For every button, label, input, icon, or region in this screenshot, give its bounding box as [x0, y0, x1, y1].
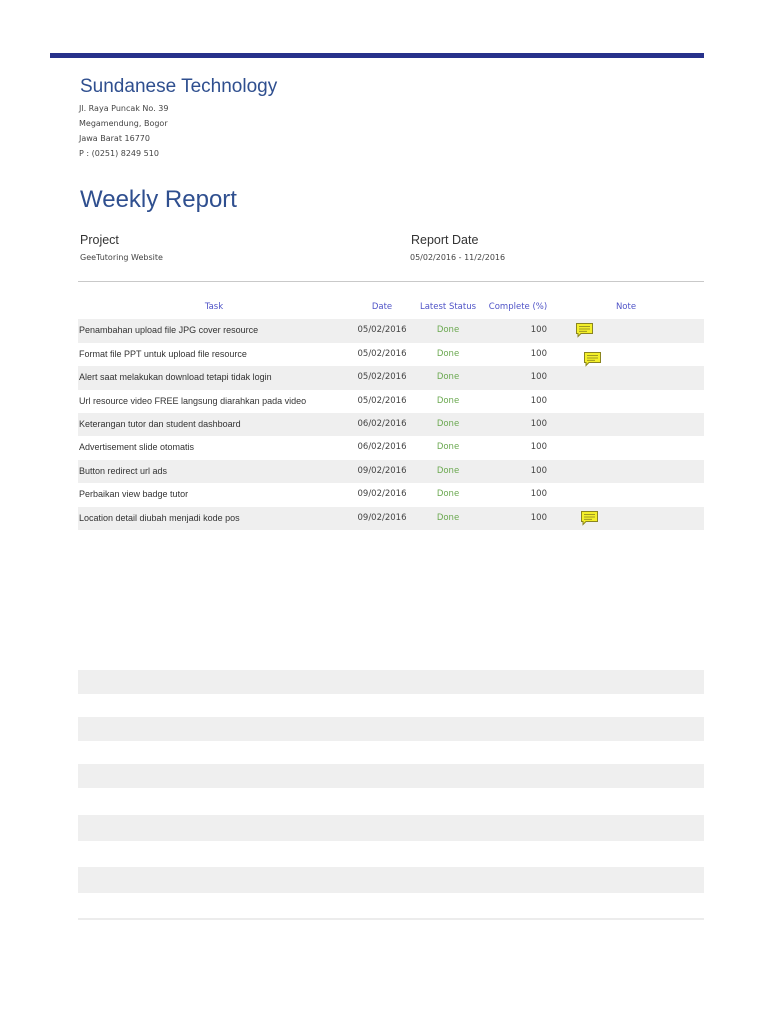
task-name: Perbaikan view badge tutor — [79, 489, 189, 500]
task-date: 05/02/2016 — [357, 372, 407, 383]
table-row: Location detail diubah menjadi kode pos … — [78, 506, 704, 530]
task-complete: 100 — [530, 325, 547, 336]
task-status: Done — [436, 442, 460, 453]
task-name: Keterangan tutor dan student dashboard — [79, 418, 241, 429]
task-date: 06/02/2016 — [357, 418, 407, 429]
table-row: Penambahan upload file JPG cover resourc… — [78, 319, 704, 343]
task-name: Format file PPT untuk upload file resour… — [79, 348, 247, 359]
task-date: 05/02/2016 — [357, 395, 407, 406]
report-date-label: Report Date — [411, 233, 479, 247]
comment-icon[interactable] — [583, 351, 602, 367]
empty-row — [78, 764, 704, 788]
task-status: Done — [436, 465, 460, 476]
task-complete: 100 — [530, 348, 547, 359]
comment-icon[interactable] — [580, 510, 599, 526]
header-note: Note — [615, 302, 637, 312]
task-name: Advertisement slide otomatis — [79, 442, 195, 453]
task-complete: 100 — [530, 372, 547, 383]
header-status: Latest Status — [419, 302, 477, 312]
empty-row — [78, 741, 704, 764]
task-date: 09/02/2016 — [357, 512, 407, 523]
task-status: Done — [436, 325, 460, 336]
task-name: Location detail diubah menjadi kode pos — [79, 512, 240, 523]
empty-row — [78, 841, 704, 867]
header-complete: Complete (%) — [488, 302, 548, 312]
task-name: Url resource video FREE langsung diarahk… — [79, 395, 307, 406]
task-status: Done — [436, 395, 460, 406]
task-name: Penambahan upload file JPG cover resourc… — [79, 325, 259, 336]
task-table: Task Date Latest Status Complete (%) Not… — [78, 296, 704, 530]
task-name: Alert saat melakukan download tetapi tid… — [79, 372, 272, 383]
task-complete: 100 — [530, 418, 547, 429]
task-date: 05/02/2016 — [357, 348, 407, 359]
task-name: Button redirect url ads — [79, 465, 168, 476]
address-line: Megamendung, Bogor — [79, 119, 168, 128]
table-bottom-line — [78, 918, 704, 920]
section-divider — [78, 281, 704, 282]
table-row: Alert saat melakukan download tetapi tid… — [78, 366, 704, 390]
task-status: Done — [436, 489, 460, 500]
project-value: GeeTutoring Website — [80, 253, 163, 262]
empty-row — [78, 815, 704, 841]
address-line: P : (0251) 8249 510 — [79, 149, 159, 158]
empty-row — [78, 867, 704, 893]
table-row: Advertisement slide otomatis 06/02/2016 … — [78, 436, 704, 459]
task-date: 09/02/2016 — [357, 465, 407, 476]
task-date: 05/02/2016 — [357, 325, 407, 336]
task-status: Done — [436, 418, 460, 429]
task-date: 06/02/2016 — [357, 442, 407, 453]
task-complete: 100 — [530, 465, 547, 476]
table-row: Button redirect url ads 09/02/2016 Done … — [78, 459, 704, 484]
task-date: 09/02/2016 — [357, 489, 407, 500]
table-row: Url resource video FREE langsung diarahk… — [78, 390, 704, 413]
header-task: Task — [204, 302, 224, 312]
task-status: Done — [436, 512, 460, 523]
task-complete: 100 — [530, 442, 547, 453]
empty-row — [78, 788, 704, 815]
address-line: Jawa Barat 16770 — [79, 134, 150, 143]
header-accent-bar — [50, 53, 704, 58]
table-row: Keterangan tutor dan student dashboard 0… — [78, 412, 704, 437]
task-complete: 100 — [530, 512, 547, 523]
empty-row — [78, 694, 704, 717]
report-date-value: 05/02/2016 - 11/2/2016 — [410, 253, 506, 262]
task-complete: 100 — [530, 395, 547, 406]
address-line: Jl. Raya Puncak No. 39 — [79, 104, 169, 113]
task-status: Done — [436, 348, 460, 359]
task-complete: 100 — [530, 489, 547, 500]
empty-table-rows — [78, 670, 704, 893]
table-row: Format file PPT untuk upload file resour… — [78, 343, 704, 366]
empty-row — [78, 670, 704, 694]
company-name: Sundanese Technology — [80, 76, 278, 97]
empty-row — [78, 717, 704, 741]
project-label: Project — [80, 233, 119, 247]
company-address: Jl. Raya Puncak No. 39 Megamendung, Bogo… — [79, 101, 168, 161]
table-header-row: Task Date Latest Status Complete (%) Not… — [78, 296, 704, 319]
comment-icon[interactable] — [575, 322, 594, 338]
table-row: Perbaikan view badge tutor 09/02/2016 Do… — [78, 483, 704, 506]
task-status: Done — [436, 372, 460, 383]
header-date: Date — [371, 302, 393, 312]
report-title: Weekly Report — [80, 186, 237, 213]
